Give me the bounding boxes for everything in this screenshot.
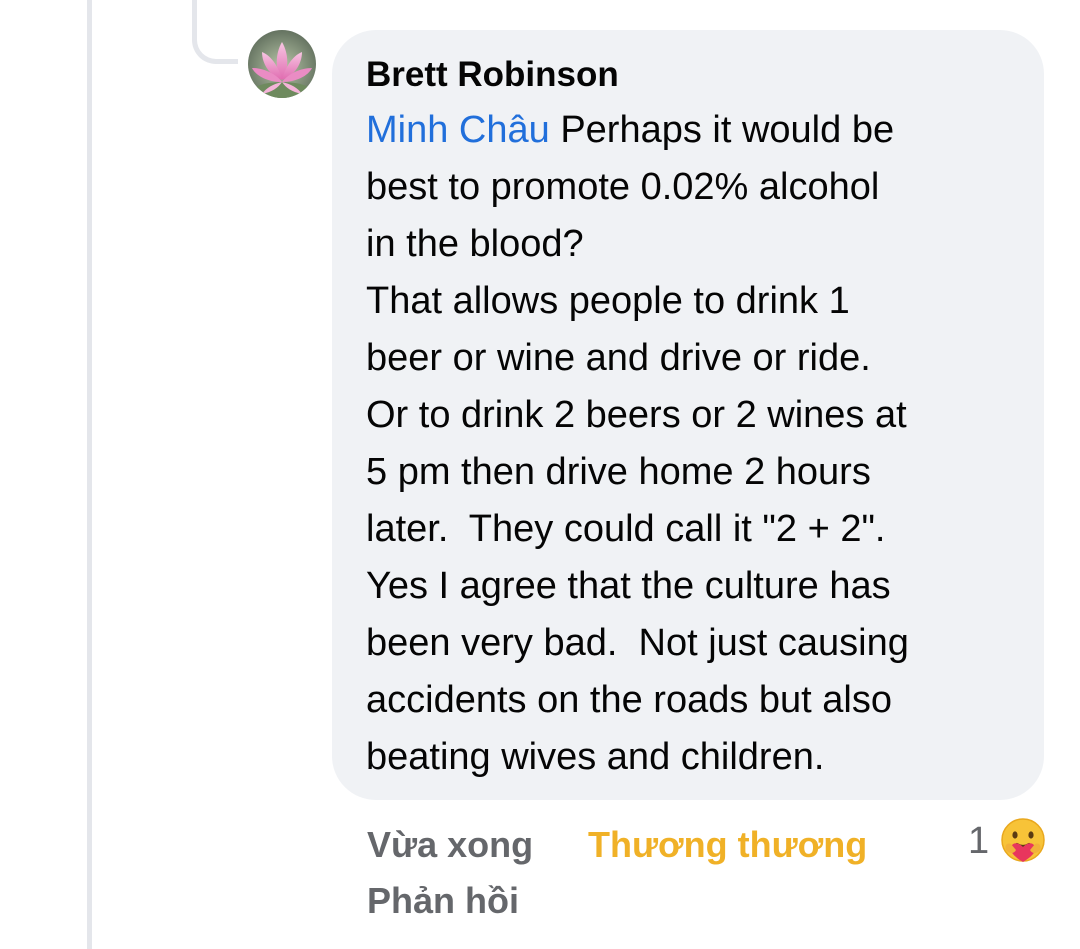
comment-line: Minh Châu Perhaps it would be <box>366 109 895 151</box>
avatar[interactable] <box>248 30 316 98</box>
comment-line: 5 pm then drive home 2 hours <box>366 451 871 493</box>
comment-line: accidents on the roads but also <box>366 679 893 721</box>
comment-line: That allows people to drink 1 <box>366 280 850 322</box>
reply-button[interactable]: Phản hồi <box>367 880 519 922</box>
comment-line: best to promote 0.02% alcohol <box>366 166 880 208</box>
comment-timestamp[interactable]: Vừa xong <box>367 824 533 866</box>
comment-line: Yes I agree that the culture has <box>366 565 891 607</box>
lotus-avatar-icon <box>248 30 316 98</box>
comment-body: Minh Châu Perhaps it would be best to pr… <box>366 102 1016 786</box>
comment-line: beating wives and children. <box>366 736 825 778</box>
comment-line: Or to drink 2 beers or 2 wines at <box>366 394 907 436</box>
mention-link[interactable]: Minh Châu <box>366 109 550 151</box>
comment-bubble: Brett Robinson Minh Châu Perhaps it woul… <box>332 30 1044 800</box>
reaction-button[interactable]: Thương thương <box>588 824 867 866</box>
comment-line: later. They could call it "2 + 2". <box>366 508 886 550</box>
reaction-count[interactable]: 1 <box>968 820 989 863</box>
comment-line: in the blood? <box>366 223 584 265</box>
reply-connector-line <box>192 0 238 64</box>
comment-line: beer or wine and drive or ride. <box>366 337 871 379</box>
comment-author[interactable]: Brett Robinson <box>366 52 1010 98</box>
comment-thread: Brett Robinson Minh Châu Perhaps it woul… <box>0 0 1080 949</box>
comment-line: been very bad. Not just causing <box>366 622 909 664</box>
thread-line <box>87 0 92 949</box>
care-emoji-icon[interactable] <box>998 816 1048 866</box>
